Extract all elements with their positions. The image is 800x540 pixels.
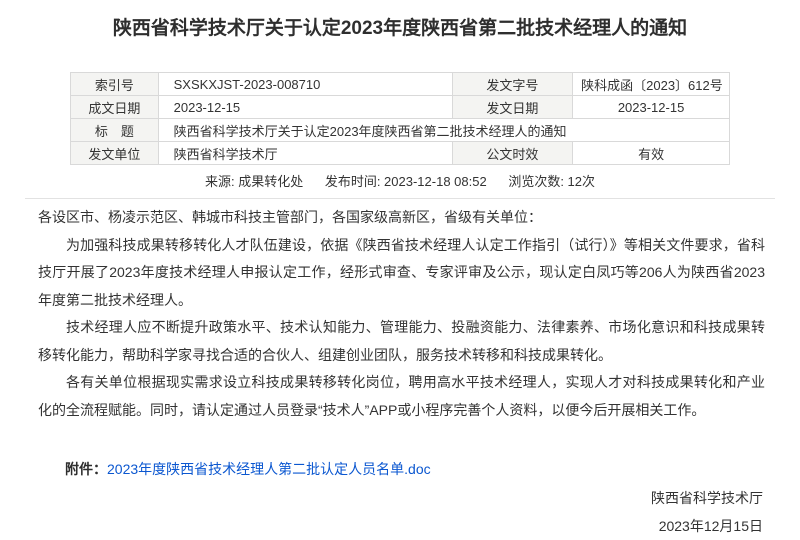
written-date-value: 2023-12-15 xyxy=(158,96,452,119)
attachment-link[interactable]: 2023年度陕西省技术经理人第二批认定人员名单.doc xyxy=(107,461,431,477)
signature-block: 陕西省科学技术厅 2023年12月15日 xyxy=(0,484,800,540)
salutation-line: 各设区市、杨凌示范区、韩城市科技主管部门，各国家级高新区，省级有关单位： xyxy=(38,204,765,232)
issuing-unit-label: 发文单位 xyxy=(71,142,159,165)
table-row: 索引号 SXSKXJST-2023-008710 发文字号 陕科成函〔2023〕… xyxy=(71,73,730,96)
validity-value: 有效 xyxy=(573,142,730,165)
title-label: 标 题 xyxy=(71,119,159,142)
doc-number-value: 陕科成函〔2023〕612号 xyxy=(573,73,730,96)
notice-body: 各设区市、杨凌示范区、韩城市科技主管部门，各国家级高新区，省级有关单位： 为加强… xyxy=(0,199,800,424)
body-paragraph: 各有关单位根据现实需求设立科技成果转移转化岗位，聘用高水平技术经理人，实现人才对… xyxy=(38,369,765,424)
issuing-unit-value: 陕西省科学技术厅 xyxy=(158,142,452,165)
table-row: 成文日期 2023-12-15 发文日期 2023-12-15 xyxy=(71,96,730,119)
validity-label: 公文时效 xyxy=(452,142,573,165)
written-date-label: 成文日期 xyxy=(71,96,159,119)
doc-number-label: 发文字号 xyxy=(452,73,573,96)
source-info-bar: 来源: 成果转化处 发布时间: 2023-12-18 08:52 浏览次数: 1… xyxy=(0,173,800,191)
attachment-row: 附件：2023年度陕西省技术经理人第二批认定人员名单.doc xyxy=(65,456,765,484)
view-count-label: 浏览次数: 12次 xyxy=(508,174,595,189)
body-paragraph: 技术经理人应不断提升政策水平、技术认知能力、管理能力、投融资能力、法律素养、市场… xyxy=(38,314,765,369)
document-meta-table: 索引号 SXSKXJST-2023-008710 发文字号 陕科成函〔2023〕… xyxy=(70,72,730,165)
index-number-value: SXSKXJST-2023-008710 xyxy=(158,73,452,96)
title-value: 陕西省科学技术厅关于认定2023年度陕西省第二批技术经理人的通知 xyxy=(158,119,729,142)
body-paragraph: 为加强科技成果转移转化人才队伍建设，依据《陕西省技术经理人认定工作指引（试行）》… xyxy=(38,232,765,315)
table-row: 发文单位 陕西省科学技术厅 公文时效 有效 xyxy=(71,142,730,165)
publish-time-label: 发布时间: 2023-12-18 08:52 xyxy=(325,174,487,189)
attachment-label: 附件： xyxy=(65,461,107,477)
signature-date: 2023年12月15日 xyxy=(0,512,763,540)
notice-page: 陕西省科学技术厅关于认定2023年度陕西省第二批技术经理人的通知 索引号 SXS… xyxy=(0,16,800,531)
issue-date-value: 2023-12-15 xyxy=(573,96,730,119)
signer-name: 陕西省科学技术厅 xyxy=(0,484,763,512)
source-label: 来源: 成果转化处 xyxy=(205,174,303,189)
page-title: 陕西省科学技术厅关于认定2023年度陕西省第二批技术经理人的通知 xyxy=(40,16,760,42)
index-number-label: 索引号 xyxy=(71,73,159,96)
table-row: 标 题 陕西省科学技术厅关于认定2023年度陕西省第二批技术经理人的通知 xyxy=(71,119,730,142)
issue-date-label: 发文日期 xyxy=(452,96,573,119)
